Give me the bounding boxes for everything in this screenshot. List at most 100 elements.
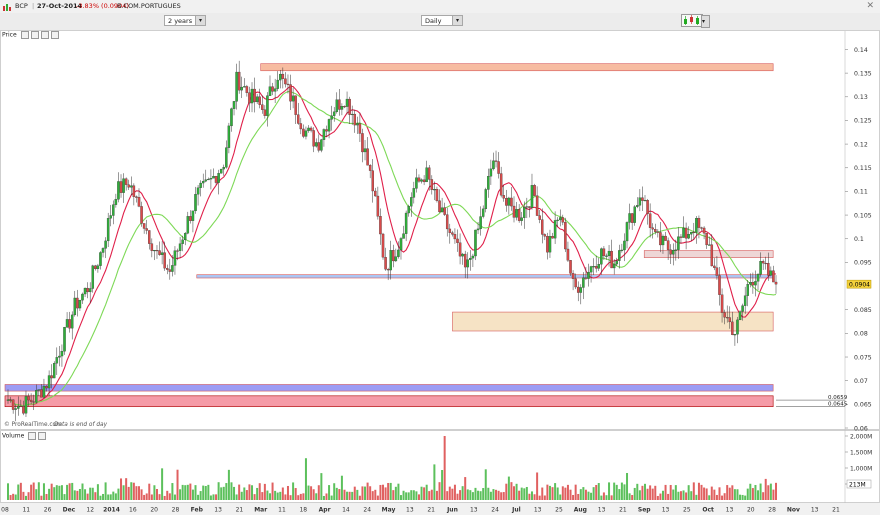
candle-body [294, 95, 297, 115]
volume-bar [317, 485, 320, 500]
volume-bar [333, 483, 336, 500]
volume-bar [672, 489, 675, 500]
candle-body [214, 176, 218, 183]
volume-y-tick-label: 2,000M [850, 433, 872, 440]
candle-body [466, 259, 470, 268]
x-tick-label: 20 [747, 507, 755, 514]
volume-bar [762, 492, 765, 500]
candle-body [443, 207, 446, 215]
candle-body [50, 375, 53, 379]
volume-bar [482, 488, 485, 500]
volume-bar [96, 484, 99, 500]
candle-body [705, 232, 708, 246]
volume-bar [227, 469, 230, 500]
x-tick-label: 14 [342, 507, 350, 514]
volume-bar [289, 495, 292, 500]
candle-body [340, 106, 344, 110]
volume-bar [286, 485, 289, 500]
candle-body [687, 234, 690, 239]
volume-bar [68, 483, 71, 500]
candle-body [618, 250, 621, 261]
volume-bar [76, 490, 79, 500]
volume-bar [718, 487, 721, 500]
x-tick-label: 28 [768, 507, 776, 514]
volume-bar [446, 491, 449, 500]
candle-body [58, 355, 61, 358]
x-tick-label: 21 [832, 507, 840, 514]
volume-bar [515, 483, 518, 500]
candle-body [124, 178, 128, 185]
x-tick-label: May [382, 507, 396, 514]
zone-0 [260, 63, 774, 72]
x-tick-label: 13 [406, 507, 414, 514]
volume-bar [628, 493, 631, 500]
candle-body [173, 250, 177, 266]
candle-body [474, 229, 477, 257]
volume-bar [554, 483, 557, 500]
candle-body [320, 139, 323, 151]
x-tick-label: Apr [319, 507, 331, 514]
candle-body [476, 228, 480, 231]
y-tick-label: 0.085 [854, 307, 872, 314]
y-tick-label: 0.105 [854, 212, 872, 219]
candle-body [176, 250, 179, 252]
volume-bar [451, 488, 454, 500]
candle-body [602, 248, 606, 257]
volume-bar [353, 486, 356, 500]
candle-body [65, 319, 69, 328]
volume-bar [425, 484, 428, 500]
level-label: 0.0645 [828, 402, 848, 408]
volume-bar [199, 491, 202, 500]
ma-fast-line [8, 85, 777, 407]
volume-bar [40, 495, 43, 500]
volume-bar [235, 494, 238, 500]
volume-bar [274, 490, 277, 500]
y-tick-label: 0.125 [854, 118, 872, 125]
volume-bar [48, 488, 51, 500]
price-chart[interactable]: 0.14 0.135 0.13 0.125 0.12 0.115 0.11 0.105 0.1 0… [0, 0, 880, 515]
volume-bar [27, 492, 30, 500]
volume-bar [53, 487, 56, 500]
candle-body [209, 178, 213, 180]
y-tick-label: 0.115 [854, 165, 872, 172]
volume-bar [495, 489, 498, 500]
volume-bar [620, 482, 623, 500]
volume-bar [310, 486, 313, 500]
candle-body [363, 148, 367, 153]
candle-body [553, 220, 557, 239]
volume-bar [9, 495, 12, 500]
candle-body [150, 243, 154, 251]
x-tick-label: 08 [1, 507, 9, 514]
volume-bar [163, 495, 166, 500]
volume-bar [433, 464, 436, 500]
volume-bar [299, 493, 302, 500]
candle-body [764, 262, 767, 265]
candle-body [456, 238, 459, 243]
candle-body [83, 287, 87, 295]
volume-bar [520, 487, 523, 500]
candle-body [481, 208, 485, 217]
candle-body [227, 125, 231, 148]
candle-body [42, 386, 46, 398]
volume-bar [261, 492, 264, 500]
volume-bar [120, 478, 123, 500]
volume-bar [728, 487, 731, 500]
candle-body [715, 267, 719, 276]
volume-y-tick-label: 1,000M [850, 465, 872, 472]
volume-bar [325, 493, 328, 500]
volume-bar [566, 484, 569, 500]
candle-body [219, 168, 223, 174]
candle-body [207, 178, 210, 181]
volume-bar [84, 489, 87, 500]
candle-body [733, 334, 737, 336]
candle-body [404, 212, 408, 234]
x-tick-label: Aug [574, 507, 587, 514]
candle-body [643, 200, 647, 202]
candle-body [158, 250, 161, 255]
volume-bar [58, 485, 61, 500]
candle-body [487, 176, 490, 190]
volume-bar [161, 468, 164, 500]
volume-bar [548, 485, 551, 500]
candle-body [114, 199, 118, 205]
volume-bar [757, 490, 760, 500]
